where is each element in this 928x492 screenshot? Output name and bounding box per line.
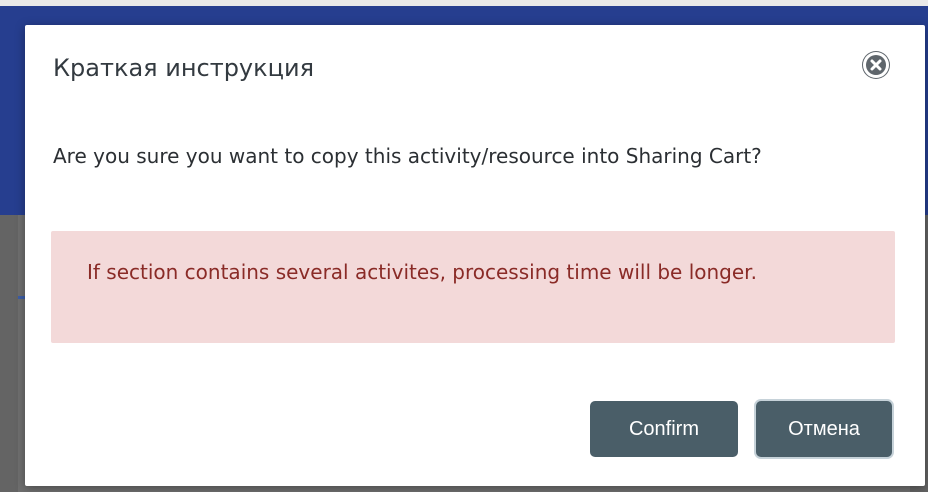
page-top-strip — [0, 0, 928, 6]
confirm-dialog: Краткая инструкция Are you sure you want… — [25, 25, 925, 486]
alert-message: If section contains several activites, p… — [87, 260, 757, 284]
cancel-button[interactable]: Отмена — [756, 401, 892, 457]
warning-alert: If section contains several activites, p… — [51, 231, 895, 343]
dialog-message: Are you sure you want to copy this activ… — [53, 144, 762, 168]
close-x-glyph — [870, 59, 882, 71]
page-left-rail — [0, 215, 18, 492]
close-icon[interactable] — [863, 52, 889, 78]
confirm-button[interactable]: Confirm — [590, 401, 738, 457]
dialog-title: Краткая инструкция — [53, 54, 314, 82]
